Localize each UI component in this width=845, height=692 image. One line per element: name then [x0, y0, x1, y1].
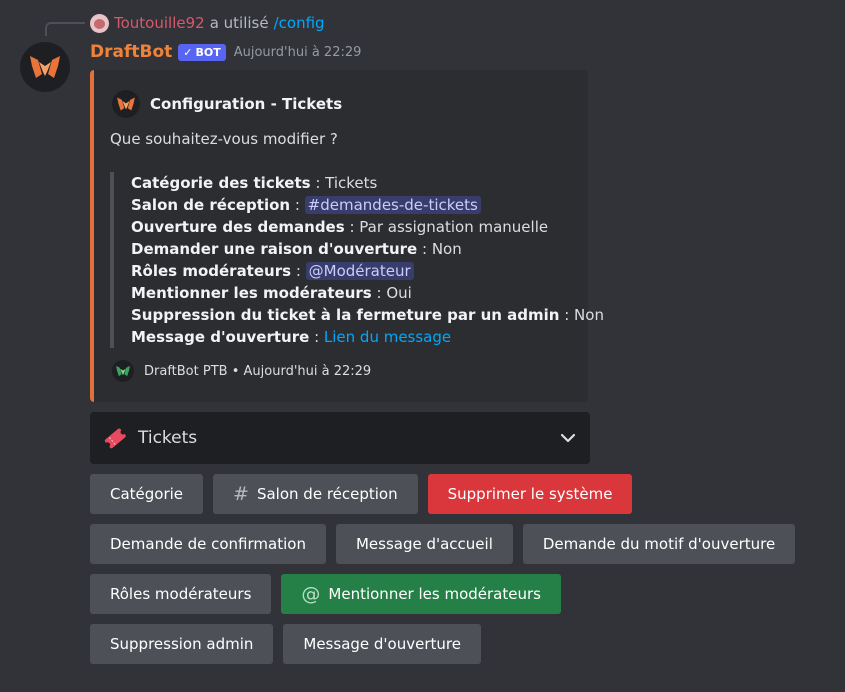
config-fields-quote: Catégorie des tickets : Tickets Salon de… — [110, 172, 604, 348]
embed: Configuration - Tickets Que souhaitez-vo… — [90, 70, 604, 402]
field-separator: : — [291, 262, 306, 280]
message-header: DraftBot ✓ BOT Aujourd'hui à 22:29 — [90, 40, 361, 64]
footer-dot: • — [231, 363, 240, 379]
embed-title: Configuration - Tickets — [150, 95, 343, 113]
button-row-1: Catégorie # Salon de réception Supprimer … — [90, 474, 633, 514]
role-mention[interactable]: @Modérateur — [305, 262, 414, 280]
field-separator: : — [290, 196, 305, 214]
button-row-3: Rôles modérateurs @ Mentionner les modéra… — [90, 574, 561, 614]
select-value: Tickets — [138, 428, 198, 448]
button-label: Message d'ouverture — [303, 635, 461, 653]
button-label: Salon de réception — [256, 485, 398, 503]
embed-description: Que souhaitez-vous modifier ? — [110, 130, 338, 148]
field-value: Non — [574, 306, 604, 324]
button-label: Mentionner les modérateurs — [328, 585, 541, 603]
footer-author: DraftBot PTB — [144, 363, 228, 379]
verified-check-icon: ✓ — [183, 45, 193, 59]
field-suppression: Suppression du ticket à la fermeture par… — [131, 304, 604, 326]
field-salon: Salon de réception : #demandes-de-ticket… — [131, 194, 570, 216]
button-label: Demande de confirmation — [110, 535, 306, 553]
field-separator: : — [310, 174, 326, 192]
button-label: Supprimer le système — [447, 485, 613, 503]
field-key: Mentionner les modérateurs — [131, 284, 372, 302]
field-separator: : — [309, 328, 324, 346]
roles-moderateurs-button[interactable]: Rôles modérateurs — [90, 574, 272, 614]
message-timestamp[interactable]: Aujourd'hui à 22:29 — [234, 45, 362, 60]
field-categorie: Catégorie des tickets : Tickets — [131, 172, 570, 194]
message-link[interactable]: Lien du message — [324, 328, 451, 346]
field-mentionner: Mentionner les modérateurs : Oui — [131, 282, 570, 304]
message-ouverture-button[interactable]: Message d'ouverture — [283, 624, 481, 664]
field-key: Ouverture des demandes — [131, 218, 345, 236]
chevron-down-icon — [560, 433, 576, 443]
bot-tag-label: BOT — [195, 45, 221, 59]
button-row-4: Suppression admin Message d'ouverture — [90, 624, 481, 664]
message-accueil-button[interactable]: Message d'accueil — [335, 524, 513, 564]
demande-motif-button[interactable]: Demande du motif d'ouverture — [522, 524, 796, 564]
embed-author: Configuration - Tickets — [112, 90, 342, 118]
field-value: Non — [431, 240, 462, 258]
field-raison: Demander une raison d'ouverture : Non — [131, 238, 570, 260]
field-key: Suppression du ticket à la fermeture par… — [131, 306, 560, 324]
field-value: Oui — [386, 284, 412, 302]
supprimer-systeme-button[interactable]: Supprimer le système — [427, 474, 633, 514]
button-label: Rôles modérateurs — [110, 585, 252, 603]
bot-tag: ✓ BOT — [178, 43, 226, 61]
demande-confirmation-button[interactable]: Demande de confirmation — [90, 524, 326, 564]
field-ouverture: Ouverture des demandes : Par assignation… — [131, 216, 570, 238]
field-separator: : — [371, 284, 387, 302]
field-separator: : — [417, 240, 432, 258]
reply-connector — [45, 22, 85, 36]
footer-timestamp: Aujourd'hui à 22:29 — [243, 363, 372, 379]
button-label: Message d'accueil — [355, 535, 493, 553]
field-value: Par assignation manuelle — [359, 218, 549, 236]
field-roles: Rôles modérateurs : @Modérateur — [131, 260, 570, 282]
category-select[interactable]: Tickets — [90, 412, 590, 464]
button-label: Suppression admin — [110, 635, 254, 653]
footer-bot-icon — [112, 360, 134, 382]
hash-icon: # — [307, 196, 321, 214]
field-key: Salon de réception — [131, 196, 291, 214]
replied-user-avatar[interactable] — [90, 13, 109, 33]
author-name[interactable]: DraftBot — [90, 42, 172, 62]
ticket-icon — [104, 428, 126, 449]
field-key: Catégorie des tickets — [131, 174, 311, 192]
field-value: Tickets — [325, 174, 378, 192]
categorie-button[interactable]: Catégorie — [90, 474, 204, 514]
replied-username[interactable]: Toutouille92 — [114, 14, 205, 32]
button-label: Catégorie — [110, 485, 184, 503]
reply-action-text: a utilisé — [209, 14, 269, 32]
button-row-2: Demande de confirmation Message d'accuei… — [90, 524, 796, 564]
embed-footer: DraftBot PTB • Aujourd'hui à 22:29 — [112, 360, 371, 382]
at-icon: @ — [301, 583, 321, 605]
hash-icon: # — [233, 483, 249, 505]
channel-mention-label: demandes-de-tickets — [320, 196, 478, 214]
slash-command-link[interactable]: /config — [274, 14, 325, 32]
field-separator: : — [559, 306, 575, 324]
draftbot-logo-icon — [30, 56, 60, 78]
reply-reference[interactable]: Toutouille92 a utilisé /config — [90, 12, 325, 34]
field-message: Message d'ouverture : Lien du message — [131, 326, 570, 348]
mentionner-moderateurs-button[interactable]: @ Mentionner les modérateurs — [281, 574, 561, 614]
button-label: Demande du motif d'ouverture — [542, 535, 776, 553]
field-key: Rôles modérateurs — [131, 262, 292, 280]
bot-avatar[interactable] — [20, 42, 70, 92]
suppression-admin-button[interactable]: Suppression admin — [90, 624, 274, 664]
field-key: Message d'ouverture — [131, 328, 310, 346]
field-separator: : — [344, 218, 360, 236]
channel-mention[interactable]: #demandes-de-tickets — [304, 196, 481, 214]
salon-reception-button[interactable]: # Salon de réception — [213, 474, 418, 514]
field-key: Demander une raison d'ouverture — [131, 240, 418, 258]
embed-author-icon — [112, 90, 140, 118]
